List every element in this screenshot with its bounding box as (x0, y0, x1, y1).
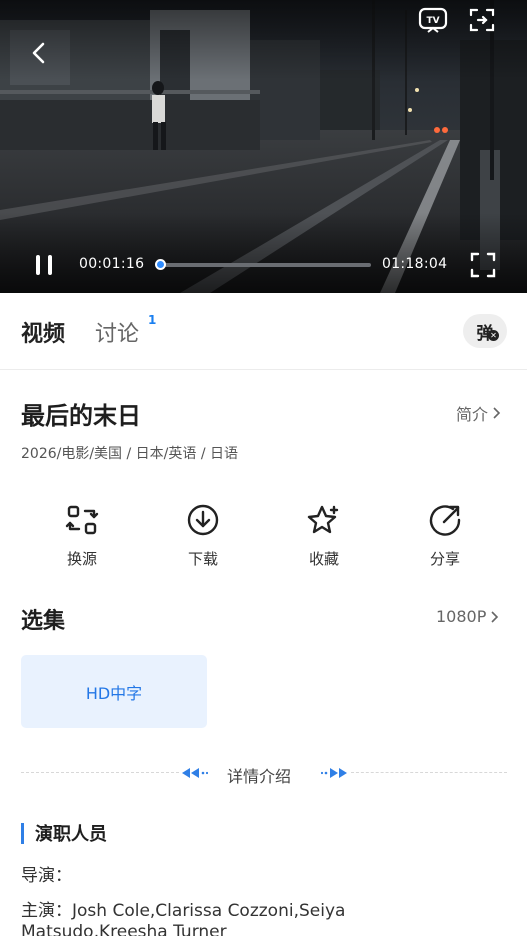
action-row: 换源 下载 收藏 分享 (0, 500, 527, 580)
episode-chip[interactable]: HD中字 (21, 655, 207, 728)
switch-source-button[interactable]: 换源 (42, 500, 122, 569)
total-time: 01:18:04 (382, 256, 448, 272)
progress-bar[interactable] (155, 259, 371, 270)
actors-line-continued: Matsudo,Kreesha Turner (21, 922, 227, 936)
danmaku-toggle-button[interactable]: 弹 ✕ (463, 314, 507, 348)
svg-text:TV: TV (426, 16, 439, 26)
details-label: 详情介绍 (227, 767, 292, 786)
intro-link-label: 简介 (456, 405, 489, 424)
back-arrow-icon[interactable] (22, 36, 56, 70)
share-button[interactable]: 分享 (405, 500, 485, 569)
intro-link[interactable]: 简介 (456, 401, 501, 425)
share-label: 分享 (429, 550, 460, 568)
picture-in-picture-icon[interactable] (465, 4, 499, 36)
download-icon (183, 500, 223, 540)
fullscreen-icon[interactable] (466, 248, 500, 282)
favorite-label: 收藏 (308, 550, 339, 568)
episodes-title: 选集 (21, 609, 66, 634)
current-time: 00:01:16 (79, 256, 145, 272)
chevron-right-icon (491, 610, 499, 623)
favorite-button[interactable]: 收藏 (284, 500, 364, 569)
movie-meta: 2026/电影/美国 / 日本/英语 / 日语 (21, 446, 239, 462)
download-button[interactable]: 下载 (163, 500, 243, 569)
quality-label: 1080P (436, 607, 487, 626)
bottom-overlay (0, 213, 527, 293)
tab-video[interactable]: 视频 (21, 316, 65, 348)
tab-bar: 视频 讨论 1 弹 ✕ (0, 293, 527, 370)
tab-discussion[interactable]: 讨论 (95, 316, 139, 348)
double-arrow-right-icon (321, 768, 347, 778)
cast-title: 演职人员 (35, 824, 107, 845)
quality-selector[interactable]: 1080P (436, 607, 499, 626)
double-arrow-left-icon (182, 768, 208, 778)
danmaku-toggle-icon: ✕ (488, 330, 499, 341)
switch-source-label: 换源 (66, 550, 97, 568)
chevron-right-icon (493, 407, 501, 419)
director-line: 导演： (21, 866, 72, 886)
pause-icon[interactable] (28, 250, 60, 280)
actors-line: 主演：Josh Cole,Clarissa Cozzoni,Seiya (21, 901, 346, 921)
section-accent-bar (21, 822, 24, 844)
discussion-count-badge: 1 (148, 313, 157, 327)
video-player[interactable]: TV 00:01:16 01:18:04 (0, 0, 527, 293)
favorite-star-icon (304, 500, 344, 540)
share-icon (425, 500, 465, 540)
switch-source-icon (62, 500, 102, 540)
movie-title: 最后的末日 (21, 402, 141, 430)
details-divider[interactable]: 详情介绍 (21, 760, 507, 786)
cast-header: 演职人员 (21, 822, 107, 845)
download-label: 下载 (187, 550, 218, 568)
tv-cast-icon[interactable]: TV (416, 4, 450, 36)
